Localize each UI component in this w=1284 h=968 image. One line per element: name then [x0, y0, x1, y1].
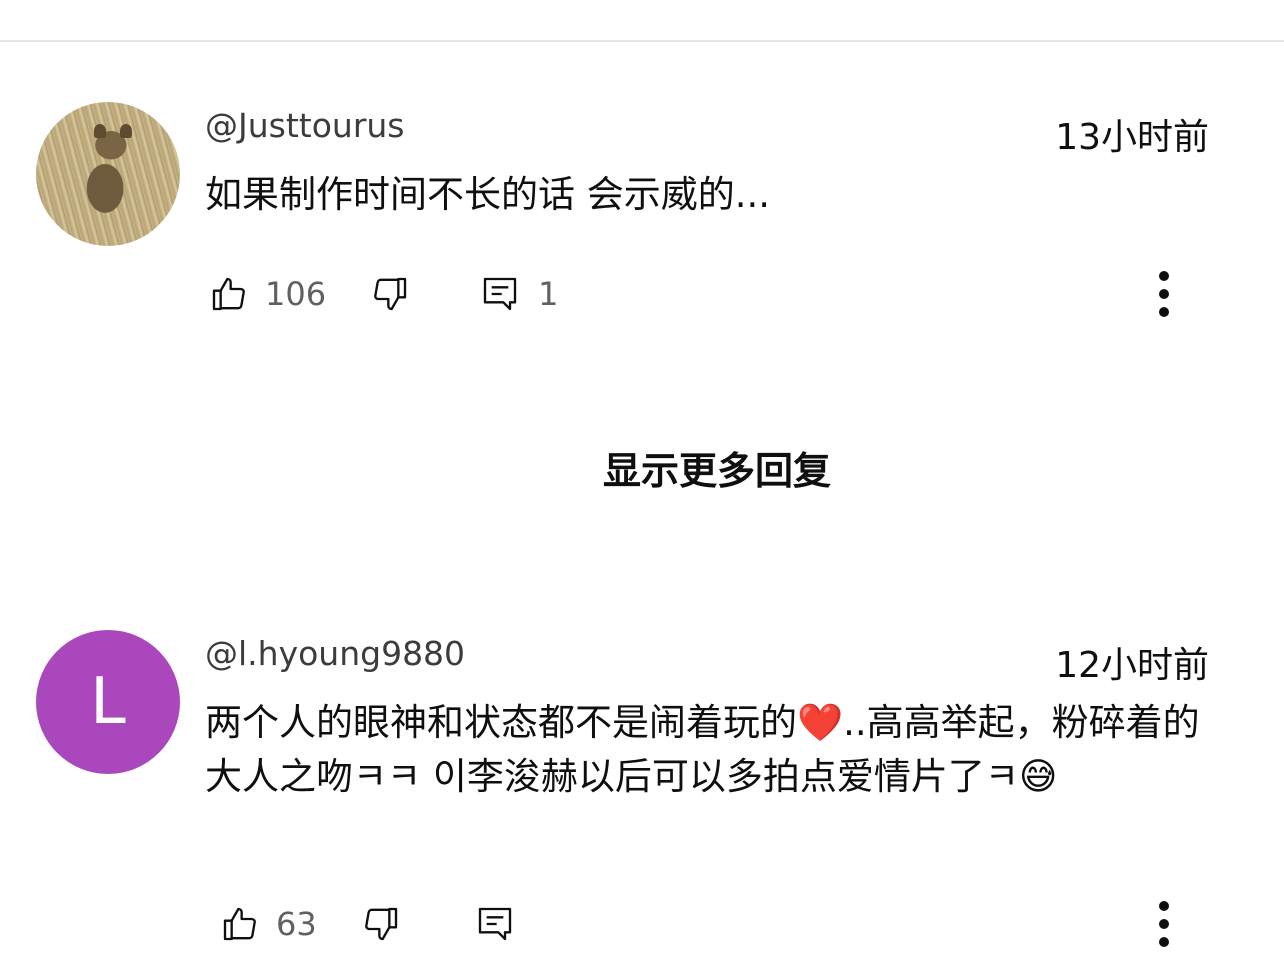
more-vertical-icon	[1159, 271, 1169, 317]
reply-comment-icon	[478, 907, 511, 941]
thumbs-up-icon	[212, 277, 245, 311]
top-divider	[0, 40, 1284, 42]
comment-author[interactable]: @l.hyoung9880	[205, 634, 465, 673]
reply-comment-icon	[483, 277, 517, 311]
comment-actions: 63	[216, 900, 519, 948]
avatar-letter: L	[90, 665, 126, 739]
thumbs-down-icon	[374, 277, 407, 311]
like-button[interactable]	[216, 900, 264, 948]
avatar[interactable]	[36, 102, 180, 246]
reply-button[interactable]	[471, 900, 519, 948]
thumbs-down-icon	[364, 907, 397, 941]
reply-button[interactable]	[476, 270, 524, 318]
show-more-replies-label: 显示更多回复	[602, 449, 831, 493]
comment-more-button[interactable]	[1140, 264, 1188, 324]
reply-count[interactable]: 1	[538, 275, 558, 313]
avatar-image-detail	[120, 124, 132, 138]
comment-time: 13小时前	[1055, 117, 1209, 158]
like-button[interactable]	[205, 270, 253, 318]
comment-author[interactable]: @Justtourus	[205, 106, 405, 145]
avatar-image-detail	[94, 124, 106, 138]
comment-time: 12小时前	[1055, 645, 1209, 686]
avatar[interactable]: L	[36, 630, 180, 774]
dislike-button[interactable]	[366, 270, 414, 318]
like-count: 106	[265, 275, 327, 313]
show-more-replies-button[interactable]: 显示更多回复	[0, 440, 1284, 495]
comment-more-button[interactable]	[1140, 894, 1188, 954]
comment-text: 如果制作时间不长的话 会示威的...	[205, 173, 771, 216]
comment-text: 两个人的眼神和状态都不是闹着玩的❤️..高高举起，粉碎着的大人之吻ㅋㅋ 이李浚赫…	[205, 701, 1200, 798]
like-count: 63	[276, 905, 317, 943]
comment-actions: 106 1	[205, 270, 558, 318]
dislike-button[interactable]	[357, 900, 405, 948]
more-vertical-icon	[1159, 901, 1169, 947]
thumbs-up-icon	[223, 907, 256, 941]
